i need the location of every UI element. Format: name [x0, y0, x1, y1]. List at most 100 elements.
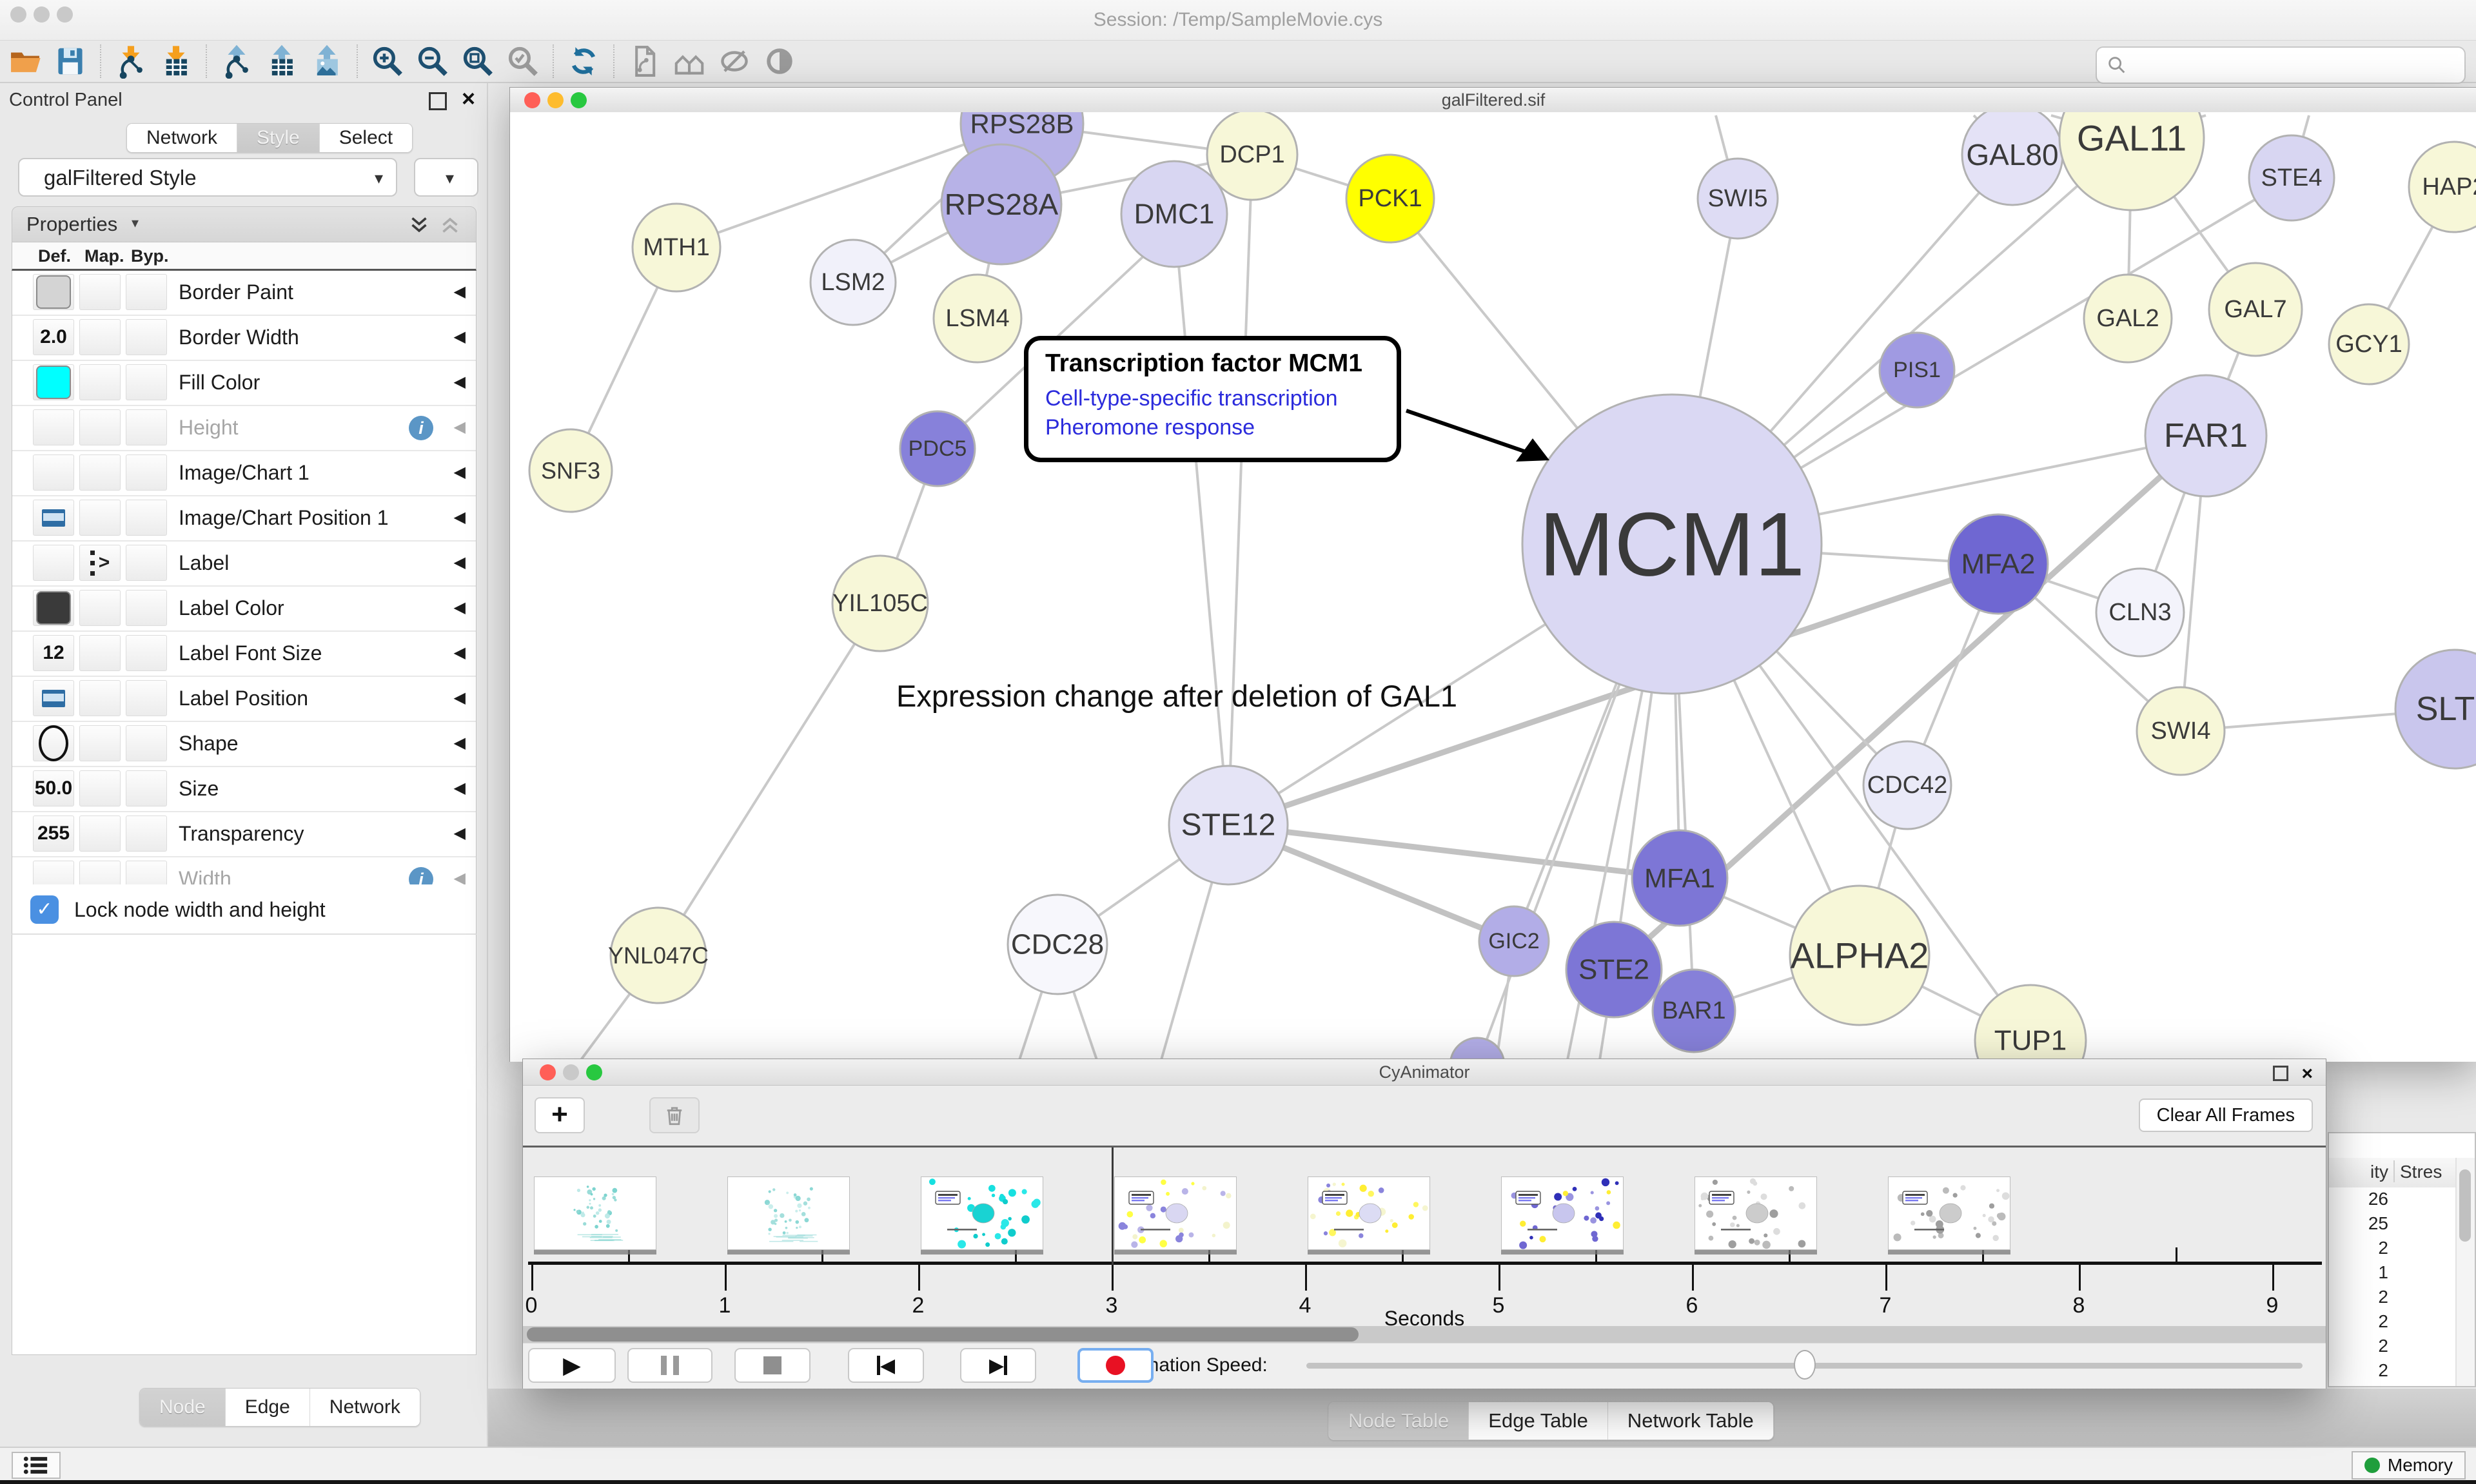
style-selector-dropdown[interactable]: galFiltered Style ▾	[18, 158, 397, 197]
tab-network[interactable]: Network	[127, 124, 237, 152]
tab-node[interactable]: Node	[140, 1389, 226, 1426]
info-icon[interactable]: i	[409, 416, 433, 440]
tab-network-table[interactable]: Network Table	[1608, 1402, 1773, 1440]
zoom-selected-icon[interactable]	[504, 42, 542, 81]
default-value-cell[interactable]	[33, 590, 74, 626]
network-node-pis1[interactable]: PIS1	[1880, 333, 1954, 407]
network-node-mfa1[interactable]: MFA1	[1632, 830, 1727, 926]
default-value-cell[interactable]	[33, 500, 74, 536]
save-session-icon[interactable]	[51, 42, 90, 81]
network-node-dmc1[interactable]: DMC1	[1121, 161, 1227, 267]
mapping-cell[interactable]	[79, 319, 121, 355]
bypass-cell[interactable]	[126, 590, 167, 626]
collapse-all-icon[interactable]	[438, 213, 462, 237]
export-network-icon[interactable]	[217, 42, 256, 81]
import-network-icon[interactable]	[112, 42, 150, 81]
frame-thumbnail-7s[interactable]	[1888, 1176, 2010, 1250]
minimize-icon[interactable]	[563, 1064, 579, 1080]
show-details-icon[interactable]	[760, 42, 799, 81]
bypass-cell[interactable]	[126, 680, 167, 716]
window-close-icon[interactable]	[10, 6, 26, 23]
bypass-cell[interactable]	[126, 770, 167, 806]
mapping-cell[interactable]	[79, 500, 121, 536]
zoom-out-icon[interactable]	[413, 42, 452, 81]
property-row-shape[interactable]: Shape◀	[12, 722, 476, 767]
network-node-swi5[interactable]: SWI5	[1698, 159, 1778, 239]
previous-frame-button[interactable]: ◀	[848, 1348, 924, 1383]
network-node-lsm4[interactable]: LSM4	[934, 275, 1021, 362]
table-row[interactable]: 2	[2329, 1310, 2455, 1334]
network-node-far1[interactable]: FAR1	[2145, 375, 2266, 496]
zoom-icon[interactable]	[571, 92, 587, 108]
network-node-gal2[interactable]: GAL2	[2084, 275, 2172, 362]
mapping-cell[interactable]	[79, 725, 121, 761]
close-icon[interactable]: ×	[462, 87, 475, 110]
network-node-gal80[interactable]: GAL80	[1962, 112, 2063, 205]
default-value-cell[interactable]	[33, 680, 74, 716]
network-node-snf3[interactable]: SNF3	[529, 429, 612, 512]
bypass-cell[interactable]	[126, 274, 167, 310]
network-canvas[interactable]: RPS28BDCP1RPS28ADMC1PCK1SWI5GAL80GAL11ST…	[510, 112, 2476, 1062]
mapping-cell[interactable]	[79, 770, 121, 806]
property-row-border-paint[interactable]: Border Paint◀	[12, 271, 476, 316]
bypass-cell[interactable]	[126, 815, 167, 852]
import-table-icon[interactable]	[157, 42, 195, 81]
table-row[interactable]: 1	[2329, 1261, 2455, 1285]
mapping-cell[interactable]	[79, 274, 121, 310]
scrollbar-thumb[interactable]	[2459, 1169, 2471, 1242]
network-node-pdc5[interactable]: PDC5	[900, 411, 975, 486]
add-frame-button[interactable]: +	[535, 1097, 585, 1133]
export-table-icon[interactable]	[262, 42, 301, 81]
default-value-cell[interactable]: 50.0	[33, 770, 74, 806]
table-row[interactable]: 2	[2329, 1359, 2455, 1381]
expand-row-icon[interactable]: ◀	[454, 542, 466, 584]
memory-button[interactable]: Memory	[2352, 1451, 2466, 1479]
clear-all-frames-button[interactable]: Clear All Frames	[2139, 1098, 2313, 1132]
window-minimize-icon[interactable]	[34, 6, 50, 23]
property-row-height[interactable]: Heighti◀	[12, 406, 476, 451]
expand-row-icon[interactable]: ◀	[454, 677, 466, 719]
close-icon[interactable]: ×	[2301, 1061, 2313, 1087]
annotation-link[interactable]: Cell-type-specific transcription	[1045, 384, 1380, 413]
property-row-label-font-size[interactable]: 12Label Font Size◀	[12, 632, 476, 677]
frame-thumbnail-2s[interactable]	[921, 1176, 1043, 1250]
close-icon[interactable]	[540, 1064, 556, 1080]
frame-thumbnail-4s[interactable]	[1308, 1176, 1430, 1250]
bypass-cell[interactable]	[126, 454, 167, 491]
mapping-cell[interactable]	[79, 590, 121, 626]
mapping-cell[interactable]	[79, 454, 121, 491]
property-row-label-color[interactable]: Label Color◀	[12, 587, 476, 632]
expand-row-icon[interactable]: ◀	[454, 587, 466, 629]
refresh-view-icon[interactable]	[564, 42, 603, 81]
table-row[interactable]: 26	[2329, 1187, 2455, 1212]
mapping-cell[interactable]	[79, 409, 121, 445]
stop-button[interactable]	[734, 1348, 811, 1383]
network-node-cdc28[interactable]: CDC28	[1008, 895, 1107, 994]
annotation-box[interactable]: Transcription factor MCM1 Cell-type-spec…	[1024, 336, 1401, 462]
expand-row-icon[interactable]: ◀	[454, 316, 466, 358]
table-row[interactable]: 25	[2329, 1212, 2455, 1236]
frame-thumbnail-3s[interactable]	[1114, 1176, 1237, 1250]
network-node-bar1[interactable]: BAR1	[1653, 970, 1735, 1052]
property-row-image-chart-position-1[interactable]: Image/Chart Position 1◀	[12, 496, 476, 542]
close-icon[interactable]	[524, 92, 540, 108]
timeline-playhead[interactable]	[1112, 1147, 1114, 1265]
property-row-label[interactable]: >Label◀	[12, 542, 476, 587]
mapping-cell[interactable]	[79, 680, 121, 716]
tab-select[interactable]: Select	[320, 124, 412, 152]
table-scrollbar[interactable]	[2455, 1158, 2475, 1386]
zoom-fit-icon[interactable]	[458, 42, 497, 81]
network-node-pck1[interactable]: PCK1	[1346, 155, 1434, 242]
search-input[interactable]	[2096, 46, 2466, 84]
network-node-cln3[interactable]: CLN3	[2096, 569, 2184, 656]
hide-details-icon[interactable]	[715, 42, 754, 81]
zoom-icon[interactable]	[586, 1064, 602, 1080]
network-node-lsm2[interactable]: LSM2	[811, 240, 896, 325]
network-node-swi4[interactable]: SWI4	[2137, 687, 2225, 775]
network-node-rps28a[interactable]: RPS28A	[941, 144, 1061, 264]
zoom-in-icon[interactable]	[368, 42, 407, 81]
default-value-cell[interactable]: 12	[33, 635, 74, 671]
frame-thumbnail-0s[interactable]	[534, 1176, 656, 1250]
default-value-cell[interactable]	[33, 545, 74, 581]
bypass-cell[interactable]	[126, 725, 167, 761]
